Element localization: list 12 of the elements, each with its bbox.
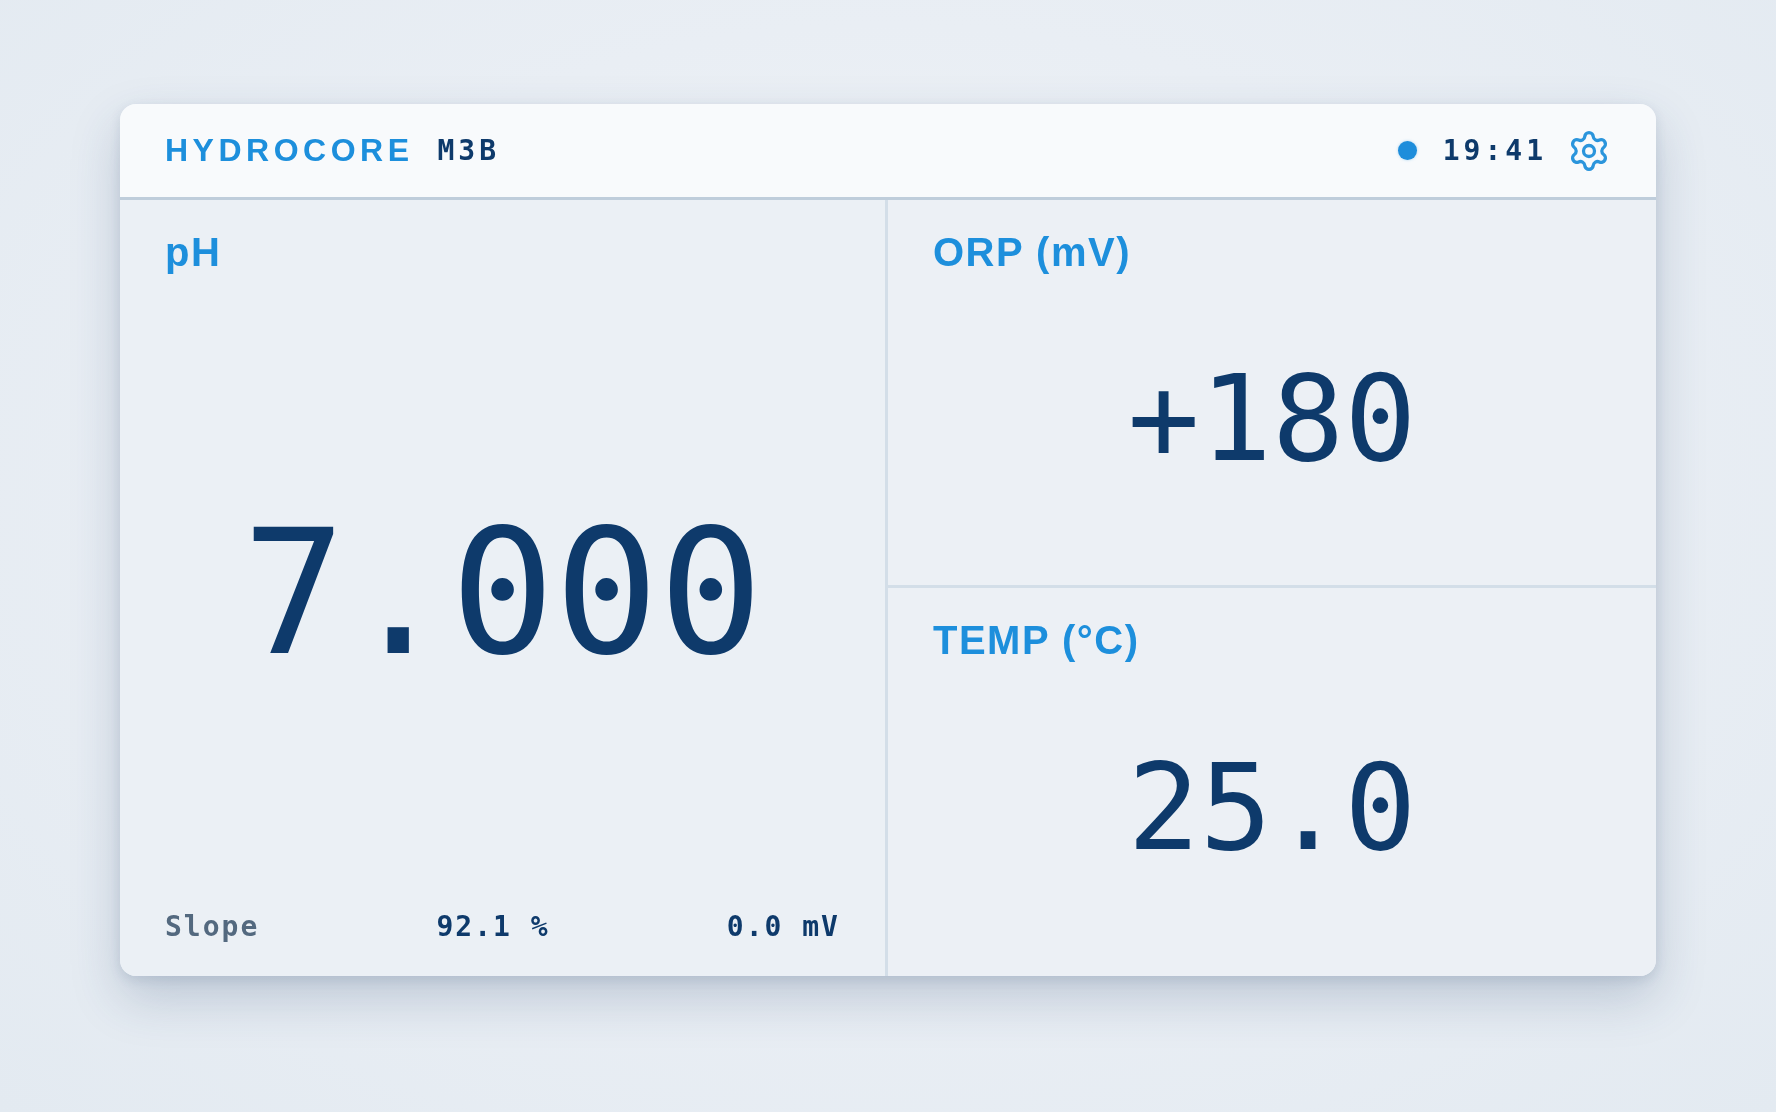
reading-value: +180 (1127, 358, 1417, 479)
footer-label: Slope (165, 911, 260, 943)
footer-value: 0.0 mV (726, 911, 840, 943)
reading-value: 7.000 (242, 507, 763, 680)
panel-label: pH (165, 229, 222, 276)
brand-title: HYDROCORE (165, 132, 414, 169)
panel-label: TEMP (°C) (933, 617, 1140, 664)
model-label: M3B (437, 134, 501, 167)
clock-time: 19:41 (1442, 134, 1547, 167)
footer-value: 92.1 % (436, 911, 550, 943)
panel-label: ORP (mV) (933, 229, 1131, 276)
reading-value: 25.0 (1127, 748, 1417, 868)
